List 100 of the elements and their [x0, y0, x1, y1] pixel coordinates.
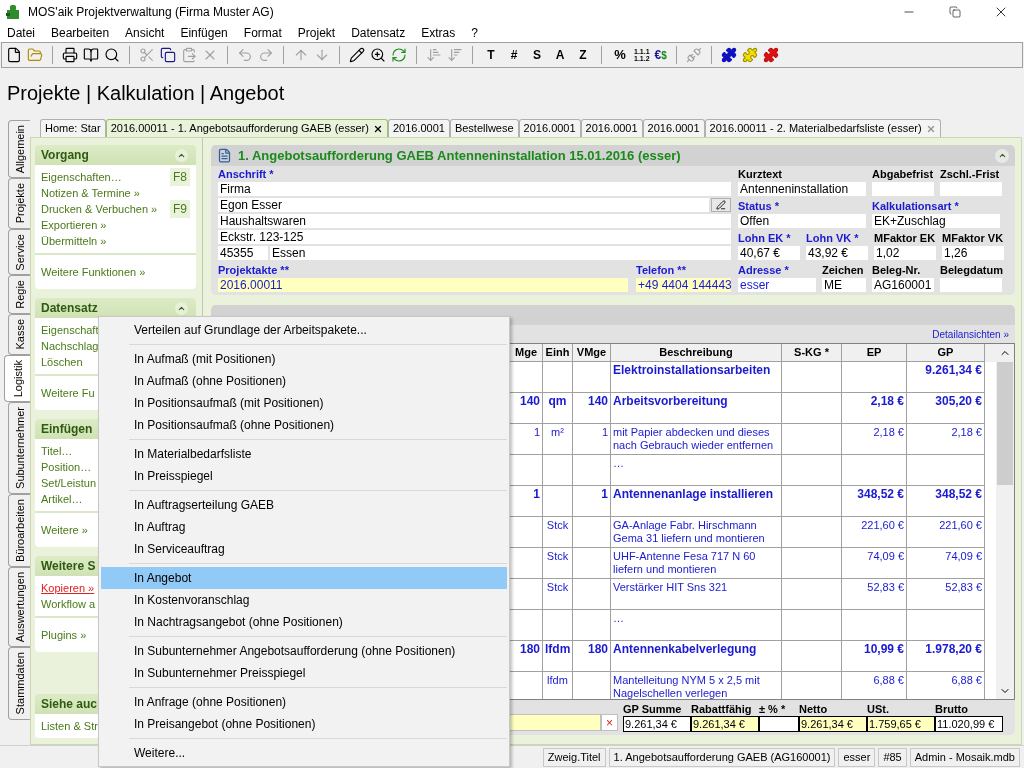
- menu-option[interactable]: In Subunternehmer Preisspiegel: [101, 662, 507, 684]
- side-tab[interactable]: Logistik: [4, 354, 30, 402]
- menu-option[interactable]: In Aufmaß (mit Positionen): [101, 348, 507, 370]
- menu-item[interactable]: Projekt: [291, 24, 342, 42]
- currency-button[interactable]: €$: [654, 46, 667, 64]
- text-field[interactable]: ME: [822, 278, 866, 292]
- column-header[interactable]: S-KG *: [782, 344, 842, 362]
- sidebar-link[interactable]: Eigenschaften…: [41, 168, 170, 186]
- text-field[interactable]: [872, 182, 934, 196]
- refresh-icon[interactable]: [391, 47, 407, 63]
- address-field[interactable]: Eckstr. 123-125: [218, 230, 731, 244]
- document-tab[interactable]: 2016.0001: [642, 119, 705, 137]
- side-tab[interactable]: Subunternehmer: [8, 402, 30, 494]
- menu-item[interactable]: Ansicht: [119, 24, 171, 42]
- menu-option[interactable]: In Materialbedarfsliste: [101, 443, 507, 465]
- puzzle-icon[interactable]: [762, 47, 779, 63]
- text-field[interactable]: 43,92 €: [806, 246, 868, 260]
- menu-option[interactable]: In Angebot: [101, 567, 507, 589]
- menu-item[interactable]: Extras: [415, 24, 462, 42]
- side-tab[interactable]: Regie: [8, 275, 30, 315]
- copy-icon[interactable]: [160, 47, 176, 63]
- text-field[interactable]: Antenneninstallation: [738, 182, 866, 196]
- percent-button[interactable]: %: [611, 45, 629, 65]
- collapse-button[interactable]: [175, 148, 188, 162]
- format-button[interactable]: A: [551, 46, 569, 64]
- menu-option[interactable]: In Positionsaufmaß (mit Positionen): [101, 392, 507, 414]
- redo-icon[interactable]: [258, 47, 274, 63]
- collapse-button[interactable]: [995, 148, 1009, 163]
- close-tab-icon[interactable]: [372, 123, 383, 134]
- sort-descending-icon[interactable]: [447, 47, 463, 63]
- document-tab[interactable]: 2016.00011 - 2. Materialbedarfsliste (esser): [704, 119, 941, 137]
- undo-icon[interactable]: [237, 47, 253, 63]
- column-header[interactable]: VMge: [573, 344, 611, 362]
- menu-option[interactable]: In Aufmaß (ohne Positionen): [101, 370, 507, 392]
- menu-item[interactable]: Bearbeiten: [45, 24, 116, 42]
- clear-button[interactable]: ×: [601, 714, 618, 731]
- format-button[interactable]: Z: [574, 46, 592, 64]
- side-tab[interactable]: Projekte: [8, 178, 30, 229]
- clipboard-icon[interactable]: [181, 47, 197, 63]
- column-header[interactable]: Beschreibung: [611, 344, 782, 362]
- address-field[interactable]: Egon Esser: [218, 198, 709, 212]
- search-icon[interactable]: [104, 47, 120, 63]
- details-link[interactable]: Detailansichten »: [932, 326, 1009, 342]
- sidebar-link[interactable]: Weitere Funktionen »: [41, 263, 190, 281]
- menu-item[interactable]: ?: [465, 24, 484, 42]
- menu-item[interactable]: Einfügen: [174, 24, 234, 42]
- menu-option[interactable]: In Preisangebot (ohne Positionen): [101, 713, 507, 735]
- text-field[interactable]: 1,26: [942, 246, 1004, 260]
- new-file-icon[interactable]: [6, 47, 22, 63]
- address-field[interactable]: Haushaltswaren: [218, 214, 731, 228]
- city-field[interactable]: Essen: [270, 246, 731, 260]
- menu-option[interactable]: In Kostenvoranschlag: [101, 589, 507, 611]
- menu-option[interactable]: In Serviceauftrag: [101, 538, 507, 560]
- menu-option[interactable]: In Subunternehmer Angebotsaufforderung (ohne Positionen): [101, 640, 507, 662]
- side-tab[interactable]: Kasse: [8, 314, 30, 355]
- sort-ascending-icon[interactable]: [426, 47, 442, 63]
- scroll-thumb[interactable]: [997, 362, 1013, 485]
- side-tab[interactable]: Allgemein: [8, 120, 30, 179]
- printer-icon[interactable]: [62, 47, 78, 63]
- text-field[interactable]: [940, 182, 1002, 196]
- menu-item[interactable]: Datei: [1, 24, 41, 42]
- text-field[interactable]: +49 4404 144443: [636, 278, 731, 292]
- side-tab[interactable]: Auswertungen: [8, 566, 30, 648]
- collapse-button[interactable]: [175, 301, 188, 315]
- scrollbar[interactable]: [996, 362, 1014, 699]
- menu-option[interactable]: In Nachtragsangebot (ohne Positionen): [101, 611, 507, 633]
- text-field[interactable]: 2016.00011: [218, 278, 628, 292]
- document-tab[interactable]: Bestellwese: [449, 119, 519, 137]
- menu-item[interactable]: Datensatz: [345, 24, 412, 42]
- document-tab[interactable]: 2016.00011 - 1. Angebotsaufforderung GAEB (esser): [105, 119, 388, 137]
- book-icon[interactable]: [83, 47, 99, 63]
- puzzle-icon[interactable]: [720, 47, 737, 63]
- side-tab[interactable]: Büroarbeiten: [8, 493, 30, 567]
- menu-option[interactable]: In Auftragserteilung GAEB: [101, 494, 507, 516]
- menu-option[interactable]: In Auftrag: [101, 516, 507, 538]
- format-button[interactable]: #: [505, 46, 523, 64]
- menu-option[interactable]: Weitere...: [101, 742, 507, 764]
- document-tab[interactable]: 2016.0001: [518, 119, 581, 137]
- document-tab[interactable]: Home: Star: [40, 119, 106, 137]
- side-tab[interactable]: Service: [8, 228, 30, 276]
- column-header[interactable]: GP: [907, 344, 985, 362]
- menu-option[interactable]: In Anfrage (ohne Positionen): [101, 691, 507, 713]
- menu-option[interactable]: In Preisspiegel: [101, 465, 507, 487]
- sidebar-link[interactable]: Drucken & Verbuchen »: [41, 200, 170, 218]
- format-button[interactable]: S: [528, 46, 546, 64]
- signature-button[interactable]: [711, 198, 731, 212]
- zoom-icon[interactable]: [370, 47, 386, 63]
- zip-field[interactable]: 45355: [218, 246, 268, 260]
- menu-option[interactable]: Verteilen auf Grundlage der Arbeitspakete...: [101, 319, 507, 341]
- text-field[interactable]: 40,67 €: [738, 246, 800, 260]
- format-button[interactable]: T: [482, 46, 500, 64]
- text-field[interactable]: EK+Zuschlag: [872, 214, 1000, 228]
- menu-item[interactable]: Format: [237, 24, 288, 42]
- pencil-icon[interactable]: [349, 47, 365, 63]
- text-field[interactable]: esser: [738, 278, 816, 292]
- menu-option[interactable]: In Positionsaufmaß (ohne Positionen): [101, 414, 507, 436]
- document-tab[interactable]: 2016.0001: [580, 119, 643, 137]
- address-field[interactable]: Firma: [218, 182, 731, 196]
- text-field[interactable]: [940, 278, 1002, 292]
- column-header[interactable]: EP: [842, 344, 907, 362]
